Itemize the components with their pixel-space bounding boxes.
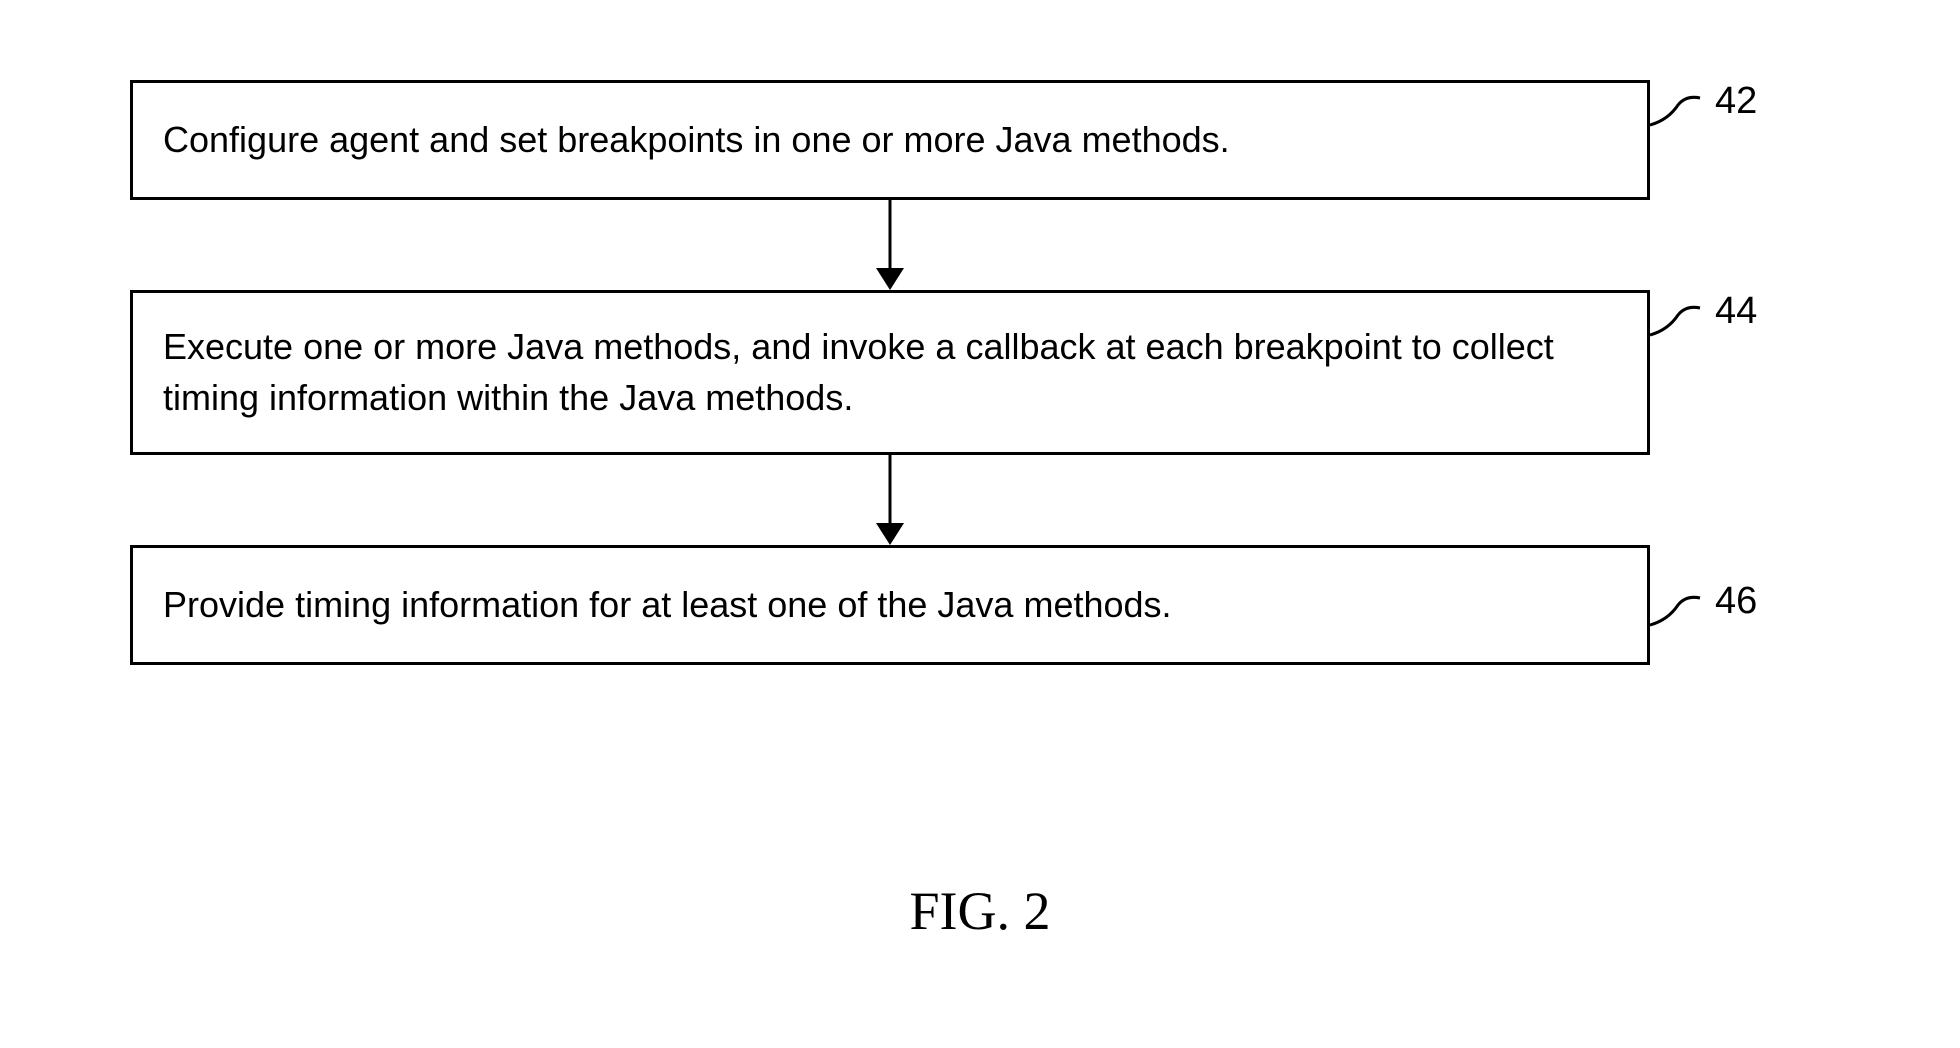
step-box-2: Execute one or more Java methods, and in… xyxy=(130,290,1650,455)
step-text-3: Provide timing information for at least … xyxy=(163,580,1172,630)
step-box-1: Configure agent and set breakpoints in o… xyxy=(130,80,1650,200)
ref-curve-1 xyxy=(1648,90,1708,140)
ref-curve-2 xyxy=(1648,300,1708,350)
figure-label: FIG. 2 xyxy=(909,880,1050,942)
arrow-2 xyxy=(130,455,1650,545)
step-box-3: Provide timing information for at least … xyxy=(130,545,1650,665)
ref-label-2: 44 xyxy=(1715,290,1757,333)
ref-label-1: 42 xyxy=(1715,80,1757,123)
step-text-2: Execute one or more Java methods, and in… xyxy=(163,322,1617,423)
step-text-1: Configure agent and set breakpoints in o… xyxy=(163,115,1230,165)
ref-label-3: 46 xyxy=(1715,580,1757,623)
arrow-1 xyxy=(130,200,1650,290)
flowchart-container: Configure agent and set breakpoints in o… xyxy=(130,80,1830,665)
ref-curve-3 xyxy=(1648,590,1708,640)
